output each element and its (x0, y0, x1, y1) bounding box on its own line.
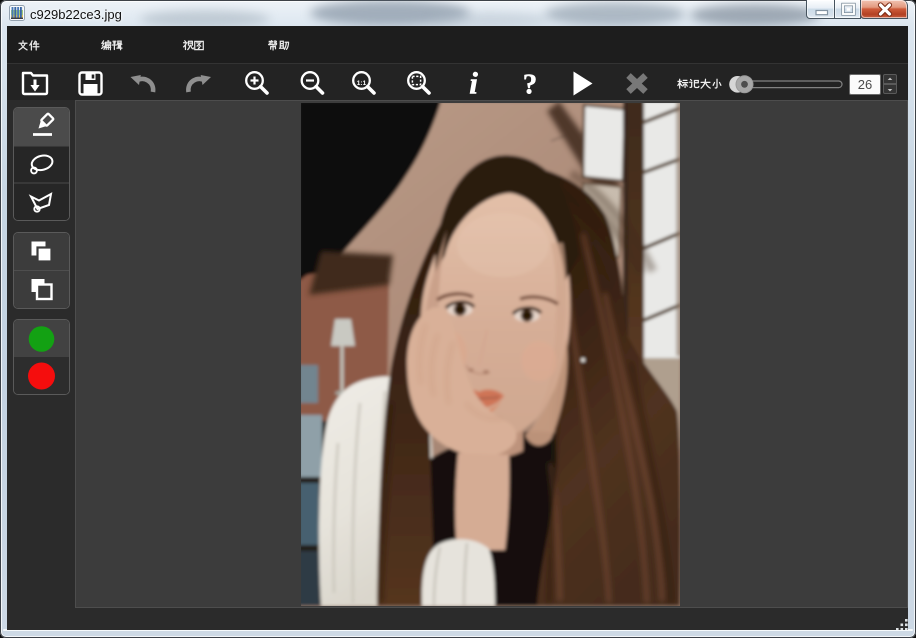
svg-text:?: ? (523, 69, 538, 101)
svg-text:i: i (469, 66, 478, 101)
svg-text:1:1: 1:1 (357, 80, 367, 87)
